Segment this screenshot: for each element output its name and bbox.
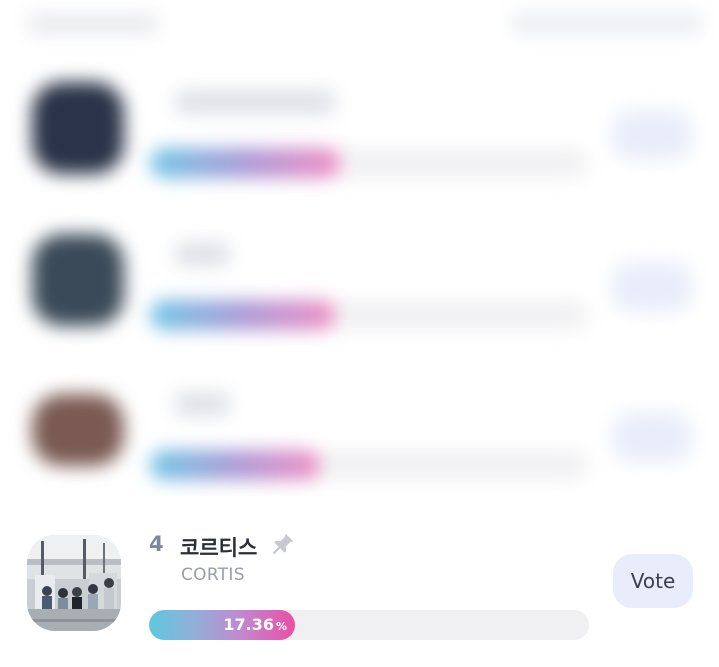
percentage-value: 17.36 — [223, 615, 274, 634]
vote-bar — [150, 148, 588, 178]
blurred-list-item — [0, 222, 719, 362]
percentage-symbol: % — [275, 620, 287, 633]
group-photo — [27, 535, 121, 631]
name-placeholder — [175, 242, 230, 266]
vote-progress-fill: 17.36% — [149, 610, 295, 640]
avatar — [32, 234, 124, 326]
rank-number: 4 — [149, 532, 164, 556]
header-placeholder-left — [28, 14, 158, 34]
name-placeholder — [175, 90, 335, 114]
artist-avatar — [27, 535, 121, 631]
vote-progress-bar: 17.36% — [149, 610, 589, 640]
vote-button[interactable]: Vote — [613, 554, 693, 608]
name-placeholder — [175, 392, 230, 416]
avatar — [32, 394, 124, 466]
vote-button-placeholder — [612, 412, 692, 462]
pin-icon[interactable] — [270, 531, 296, 557]
vote-bar — [150, 300, 588, 330]
vote-button-placeholder — [612, 110, 692, 160]
ranking-list-item[interactable]: 4 코르티스 CORTIS 17.36% Vote — [0, 515, 719, 667]
vote-button-placeholder — [612, 262, 692, 312]
vote-percentage: 17.36% — [223, 615, 287, 634]
artist-name-korean: 코르티스 — [180, 536, 258, 560]
vote-bar — [150, 450, 588, 480]
blurred-background-list — [0, 0, 719, 515]
blurred-list-item — [0, 70, 719, 210]
avatar — [32, 82, 124, 174]
blurred-list-item — [0, 372, 719, 512]
artist-name-english: CORTIS — [181, 565, 245, 585]
header-placeholder-right — [512, 12, 702, 34]
